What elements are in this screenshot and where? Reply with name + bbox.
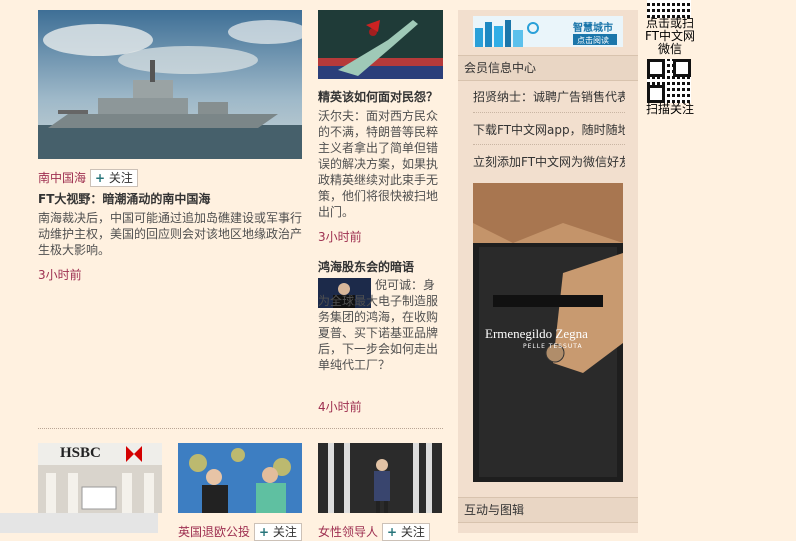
- ad-subtitle: PELLE TESSUTA: [523, 343, 583, 350]
- follow-label: 关注: [108, 171, 133, 185]
- member-item[interactable]: 立刻添加FT中文网为微信好友: [473, 153, 625, 170]
- downing-street-photo: [318, 443, 442, 513]
- member-item[interactable]: 下载FT中文网app，随时随地: [473, 121, 625, 138]
- story-2-time: 3小时前: [318, 230, 362, 244]
- topic-tag[interactable]: 南中国海: [38, 171, 86, 185]
- bottom-item-2-tag-row: 英国退欧公投 + 关注: [178, 521, 302, 541]
- follow-button[interactable]: + 关注: [254, 523, 302, 541]
- story-main-image[interactable]: [38, 10, 302, 159]
- story-main-headline[interactable]: FT大视野：暗潮涌动的南中国海: [38, 190, 302, 207]
- bottom-item-3-image[interactable]: [318, 443, 442, 513]
- story-3-headline[interactable]: 鸿海股东会的暗语: [318, 258, 443, 275]
- story-main-lead: 南海裁决后，中国可能通过追加岛礁建设或军事行动维护主权，美国的回应则会对该地区地…: [38, 211, 303, 257]
- divider: [473, 144, 625, 145]
- floating-bar: [0, 513, 158, 533]
- smart-city-banner[interactable]: 智慧城市 点击阅读: [473, 16, 623, 47]
- qr-caption-line: 微信: [657, 42, 682, 56]
- qr-corner: [647, 85, 665, 103]
- statue-illustration: [318, 10, 443, 79]
- follow-button[interactable]: + 关注: [90, 169, 138, 187]
- story-main-tag-row: 南中国海 + 关注: [38, 167, 138, 187]
- plus-icon: +: [259, 525, 270, 539]
- qr-bottom-caption: 扫描关注: [645, 102, 694, 116]
- section-divider: [38, 428, 443, 429]
- warship-photo: [38, 10, 302, 159]
- topic-tag[interactable]: 女性领导人: [318, 525, 378, 539]
- story-2-headline[interactable]: 精英该如何面对民怨？: [318, 88, 443, 105]
- follow-button[interactable]: + 关注: [382, 523, 430, 541]
- story-2-image[interactable]: [318, 10, 443, 79]
- follow-label: 关注: [272, 525, 297, 539]
- follow-qr-code[interactable]: [647, 59, 691, 103]
- plus-icon: +: [387, 525, 398, 539]
- plus-icon: +: [95, 171, 106, 185]
- story-3-lead: 倪可诚：身为全球最大电子制造服务集团的鸿海，在收购夏普、买下诺基亚品牌后，下一步…: [318, 278, 439, 372]
- interactive-title: 互动与图辑: [458, 497, 638, 523]
- qr-corner: [673, 59, 691, 77]
- bottom-item-2-image[interactable]: [178, 443, 302, 513]
- hsbc-logo-text: HSBC: [60, 445, 101, 461]
- banner-button[interactable]: 点击阅读: [577, 35, 609, 46]
- qr-corner: [647, 59, 665, 77]
- story-3-time: 4小时前: [318, 400, 362, 414]
- bottom-item-3-tag-row: 女性领导人 + 关注: [318, 521, 430, 541]
- qr-top-caption: 点击或扫 FT中文网 微信: [643, 17, 697, 56]
- bottom-item-1-image[interactable]: HSBC: [38, 443, 162, 513]
- story-2-lead: 沃尔夫：面对西方民众的不满，特朗普等民粹主义者拿出了简单但错误的解决方案，如果执…: [318, 109, 439, 219]
- ad-brand: Ermenegildo Zegna: [485, 326, 588, 341]
- zegna-ad[interactable]: Ermenegildo Zegna PELLE TESSUTA: [473, 183, 623, 482]
- leaders-photo: [178, 443, 302, 513]
- member-item[interactable]: 招贤纳士：诚聘广告销售代表: [473, 88, 625, 105]
- follow-label: 关注: [400, 525, 425, 539]
- story-main-time: 3小时前: [38, 268, 82, 282]
- banner-title: 智慧城市: [573, 23, 613, 34]
- topic-tag[interactable]: 英国退欧公投: [178, 525, 250, 539]
- divider: [473, 112, 625, 113]
- member-center-title: 会员信息中心: [458, 55, 638, 81]
